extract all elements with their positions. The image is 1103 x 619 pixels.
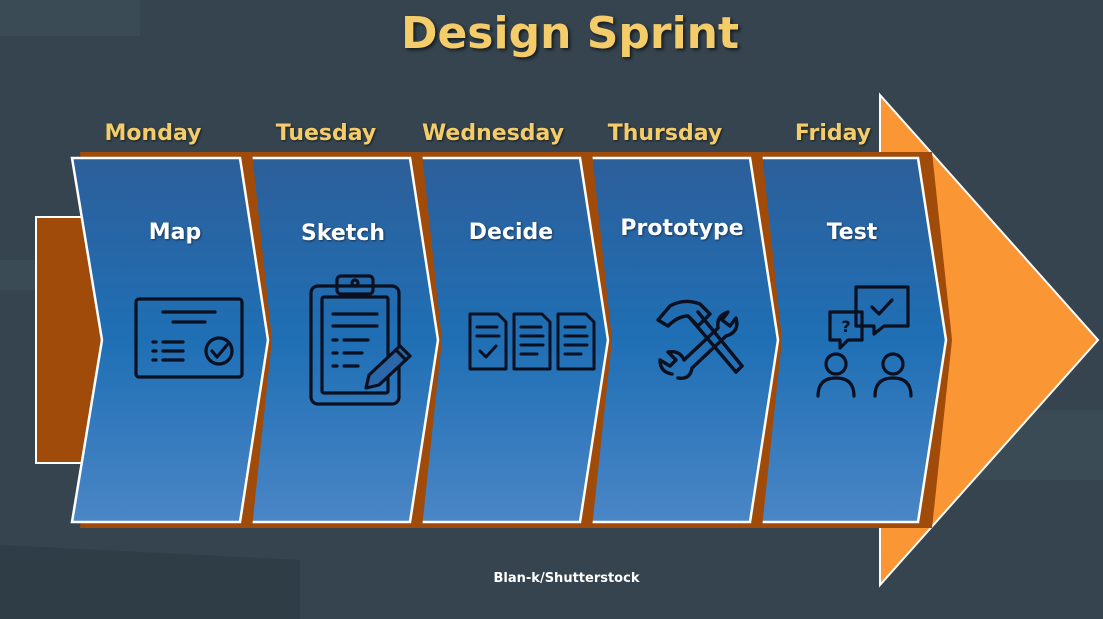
question-mark-icon: ? — [841, 317, 850, 336]
page-title: Design Sprint — [400, 8, 740, 59]
day-friday: Friday — [794, 121, 872, 146]
step-label-test: Test — [826, 220, 878, 245]
step-label-decide: Decide — [468, 220, 554, 245]
step-label-sketch: Sketch — [300, 221, 386, 246]
chevron-thursday — [582, 152, 782, 528]
day-thursday: Thursday — [607, 121, 723, 146]
image-credit: Blan-k/Shutterstock — [493, 571, 640, 586]
day-wednesday: Wednesday — [421, 121, 565, 146]
day-monday: Monday — [104, 121, 202, 146]
day-tuesday: Tuesday — [275, 121, 377, 146]
background: ? — [0, 0, 1103, 619]
step-label-map: Map — [148, 220, 202, 245]
step-label-prototype: Prototype — [620, 216, 744, 241]
